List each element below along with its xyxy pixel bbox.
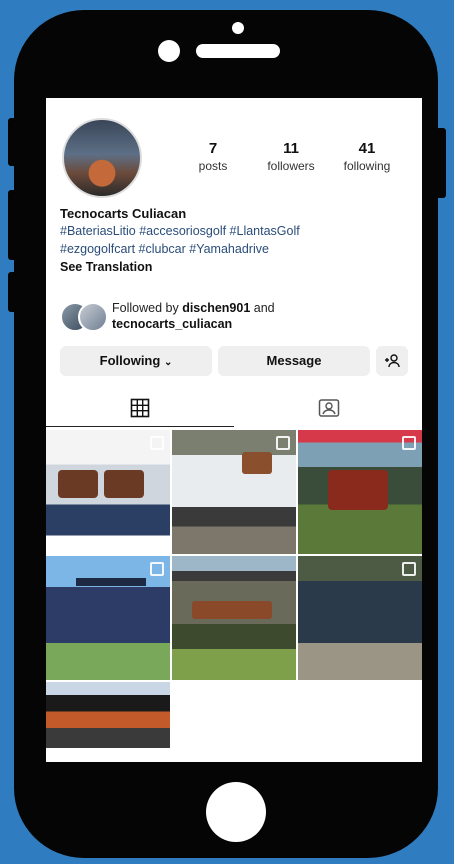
multiple-photos-icon [276,436,290,450]
home-button[interactable] [206,782,266,842]
see-translation-link[interactable]: See Translation [60,260,152,274]
stat-posts-value: 7 [208,140,218,157]
multiple-photos-icon [402,436,416,450]
mutual-follower-avatar-2[interactable] [78,302,108,332]
stat-following-label: following [343,159,391,173]
chevron-down-icon: ⌄ [163,357,173,368]
followed-by-and: and [253,301,275,315]
post-thumbnail-4[interactable] [46,556,170,680]
tab-grid[interactable] [130,398,150,423]
stat-posts[interactable]: 7 posts [178,140,248,173]
post-thumbnail-3[interactable] [298,430,422,554]
stat-following-value: 41 [358,140,376,157]
post-thumbnail-2[interactable] [172,430,296,554]
message-button-label: Message [266,353,322,368]
multiple-photos-icon [150,436,164,450]
add-user-button[interactable] [376,346,408,376]
following-button-label: Following [99,353,161,368]
followed-by-prefix: Followed by [112,301,179,315]
following-button[interactable]: Following ⌄ [60,346,212,376]
instagram-profile-screen: 7 posts 11 followers 41 following Tecnoc… [46,98,422,762]
bio-hashtags-line-2[interactable]: #ezgogolfcart #clubcar #Yamahadrive [60,242,269,256]
post-thumbnail-5[interactable] [172,556,296,680]
message-button[interactable]: Message [218,346,370,376]
tagged-icon [318,399,340,417]
post-thumbnail-1[interactable] [46,430,170,554]
speaker-bar [196,44,280,58]
side-button-left-2 [8,190,18,260]
tab-tagged[interactable] [318,398,340,423]
followed-by-user-1[interactable]: dischen901 [182,301,250,315]
camera-dot [158,40,180,62]
profile-name: Tecnocarts Culiacan [60,206,187,221]
stat-followers[interactable]: 11 followers [256,140,326,173]
avatar[interactable] [62,118,142,198]
multiple-photos-icon [150,562,164,576]
stat-posts-label: posts [198,159,228,173]
side-button-right [436,128,446,198]
followed-by-user-2[interactable]: tecnocarts_culiacan [112,317,232,331]
stat-followers-label: followers [267,159,315,173]
post-thumbnail-7[interactable] [46,682,170,748]
post-thumbnail-6[interactable] [298,556,422,680]
add-user-icon [385,354,400,368]
stat-following[interactable]: 41 following [332,140,402,173]
multiple-photos-icon [402,562,416,576]
side-button-left-1 [8,118,18,166]
grid-icon [130,398,150,418]
tab-active-indicator [46,426,234,427]
side-button-left-3 [8,272,18,312]
followed-by-text[interactable]: Followed by dischen901 and tecnocarts_cu… [112,300,275,332]
camera-dot-top [232,22,244,34]
stat-followers-value: 11 [283,140,299,157]
bio-hashtags-line-1[interactable]: #BateriasLitio #accesoriosgolf #LlantasG… [60,224,300,238]
